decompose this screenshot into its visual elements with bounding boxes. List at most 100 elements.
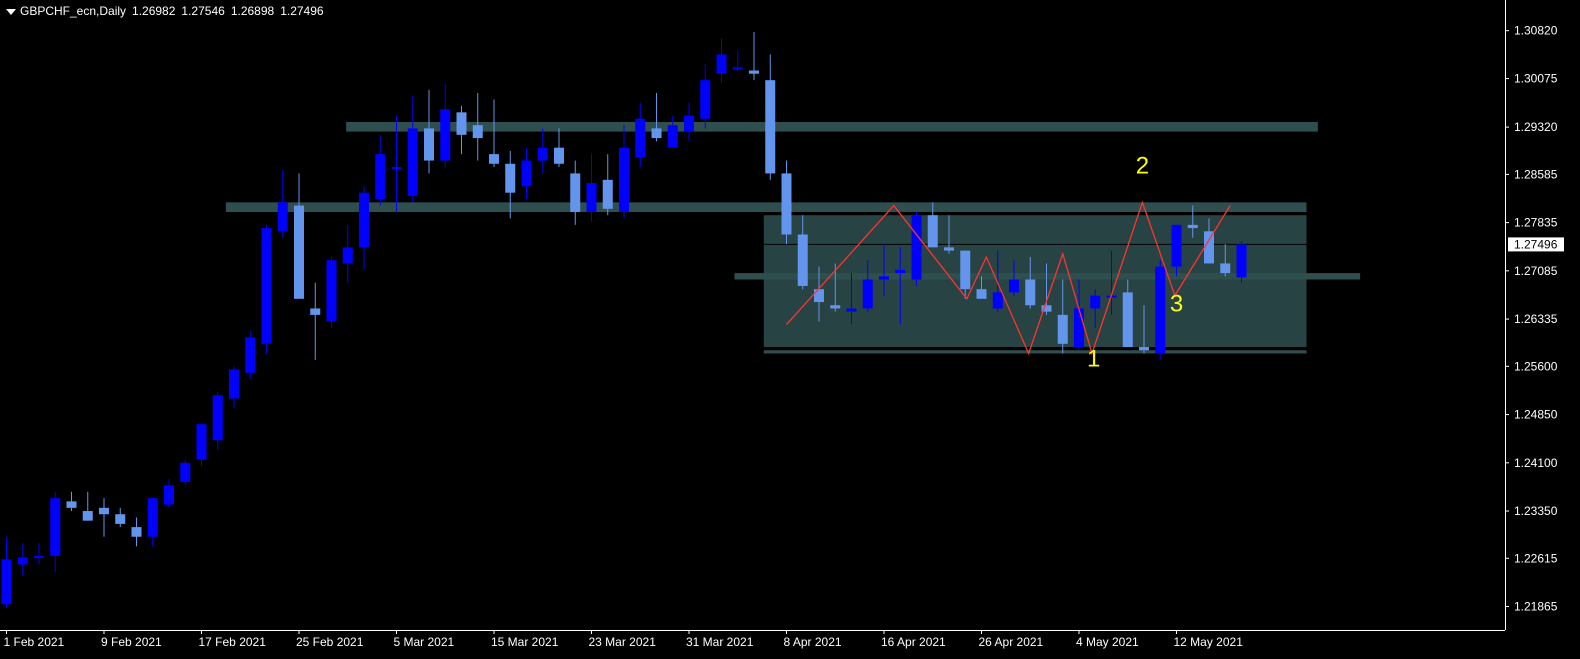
candle-body bbox=[1204, 231, 1214, 264]
candle-body bbox=[359, 192, 369, 248]
x-tick-label: 26 Apr 2021 bbox=[979, 635, 1044, 649]
x-tick-label: 12 May 2021 bbox=[1174, 635, 1244, 649]
candle-body bbox=[1009, 279, 1019, 293]
x-tick-label: 31 Mar 2021 bbox=[686, 635, 754, 649]
candle-body bbox=[879, 276, 889, 280]
candle-body bbox=[424, 128, 434, 161]
candle-body bbox=[814, 289, 824, 303]
candle-body bbox=[342, 247, 353, 264]
candle-body bbox=[147, 498, 158, 537]
y-tick-label: 1.23350 bbox=[1514, 504, 1558, 518]
candle-body bbox=[749, 70, 759, 74]
candle-body bbox=[944, 247, 954, 251]
candle-body bbox=[1220, 263, 1231, 274]
candle-body bbox=[277, 202, 288, 232]
candle-body bbox=[196, 424, 207, 460]
candle-body bbox=[895, 269, 906, 274]
candle-body bbox=[554, 147, 564, 164]
wave-label: 1 bbox=[1087, 345, 1100, 372]
candle-body bbox=[66, 501, 77, 508]
x-tick-label: 9 Feb 2021 bbox=[101, 635, 162, 649]
candle-body bbox=[619, 147, 629, 212]
candle-body bbox=[765, 80, 776, 174]
candle-body bbox=[1, 559, 12, 605]
candle-body bbox=[537, 147, 548, 161]
x-tick-label: 16 Apr 2021 bbox=[881, 635, 946, 649]
price-chart[interactable]: 1 2 3 1.30820 1.30075 1.29320 1.28585 1.27835 1… bbox=[0, 0, 1580, 659]
candle-body bbox=[164, 485, 174, 505]
candle-body bbox=[1155, 266, 1166, 354]
candle-body bbox=[115, 514, 126, 524]
candle-body bbox=[489, 154, 499, 164]
zone-band-4 bbox=[763, 350, 1307, 354]
candle-body bbox=[505, 163, 516, 193]
y-tick-label: 1.21865 bbox=[1514, 600, 1558, 614]
candle-body bbox=[846, 308, 857, 312]
candle-body bbox=[99, 507, 109, 515]
candle-body bbox=[1139, 347, 1149, 351]
candle-body bbox=[294, 205, 304, 299]
candle-body bbox=[602, 179, 613, 209]
candle-body bbox=[456, 112, 467, 135]
candle-body bbox=[261, 228, 272, 344]
zone-band-0 bbox=[346, 121, 1318, 132]
candle-body bbox=[1025, 279, 1036, 306]
candle-body bbox=[375, 154, 386, 200]
y-tick-label: 1.22615 bbox=[1514, 551, 1558, 565]
candle-body bbox=[976, 289, 987, 299]
candles-layer bbox=[1, 31, 1247, 608]
x-tick-label: 4 May 2021 bbox=[1076, 635, 1139, 649]
x-tick-label: 8 Apr 2021 bbox=[784, 635, 842, 649]
candle-body bbox=[1090, 295, 1101, 309]
candle-body bbox=[131, 527, 142, 537]
candle-body bbox=[1057, 314, 1068, 344]
x-tick-label: 23 Mar 2021 bbox=[589, 635, 657, 649]
candle-body bbox=[212, 395, 223, 441]
candle-body bbox=[391, 166, 402, 169]
y-tick-label: 1.28585 bbox=[1514, 167, 1558, 181]
wave-label: 2 bbox=[1136, 152, 1149, 179]
candle-body bbox=[862, 279, 873, 309]
candle-body bbox=[1171, 224, 1182, 267]
candle-body bbox=[245, 337, 256, 373]
y-tick-label: 1.26335 bbox=[1514, 312, 1558, 326]
candle-body bbox=[310, 308, 321, 315]
candle-body bbox=[911, 215, 922, 280]
candle-body bbox=[180, 462, 191, 483]
candle-body bbox=[1187, 224, 1198, 229]
candle-body bbox=[82, 511, 93, 521]
x-tick-label: 15 Mar 2021 bbox=[491, 635, 559, 649]
candle-body bbox=[17, 557, 28, 565]
y-tick-label: 1.30075 bbox=[1514, 72, 1558, 86]
candle-body bbox=[1122, 292, 1133, 348]
candle-body bbox=[927, 215, 938, 248]
y-tick-label: 1.27085 bbox=[1514, 264, 1558, 278]
candle-body bbox=[50, 498, 61, 557]
wave-label: 3 bbox=[1170, 291, 1183, 318]
x-tick-label: 1 Feb 2021 bbox=[4, 635, 65, 649]
candle-body bbox=[651, 128, 662, 139]
candle-body bbox=[667, 125, 678, 148]
candle-body bbox=[326, 260, 337, 322]
y-tick-label: 1.30820 bbox=[1514, 24, 1558, 38]
x-tick-label: 25 Feb 2021 bbox=[296, 635, 364, 649]
current-price-label: 1.27496 bbox=[1514, 237, 1558, 251]
candle-body bbox=[586, 183, 597, 212]
candle-body bbox=[797, 234, 808, 286]
candle-body bbox=[34, 556, 44, 559]
candle-body bbox=[635, 118, 646, 158]
candle-body bbox=[229, 369, 239, 399]
candle-body bbox=[1074, 308, 1084, 348]
y-tick-label: 1.24100 bbox=[1514, 456, 1558, 470]
y-tick-label: 1.29320 bbox=[1514, 120, 1558, 134]
candle-body bbox=[472, 125, 483, 139]
candle-body bbox=[960, 250, 971, 290]
candle-body bbox=[521, 160, 532, 187]
candle-body bbox=[440, 109, 451, 161]
candle-body bbox=[684, 115, 694, 132]
candle-body bbox=[992, 292, 1003, 309]
y-tick-label: 1.27835 bbox=[1514, 216, 1558, 230]
candle-body bbox=[830, 305, 841, 309]
candle-body bbox=[570, 173, 581, 212]
candle-body bbox=[732, 67, 743, 70]
